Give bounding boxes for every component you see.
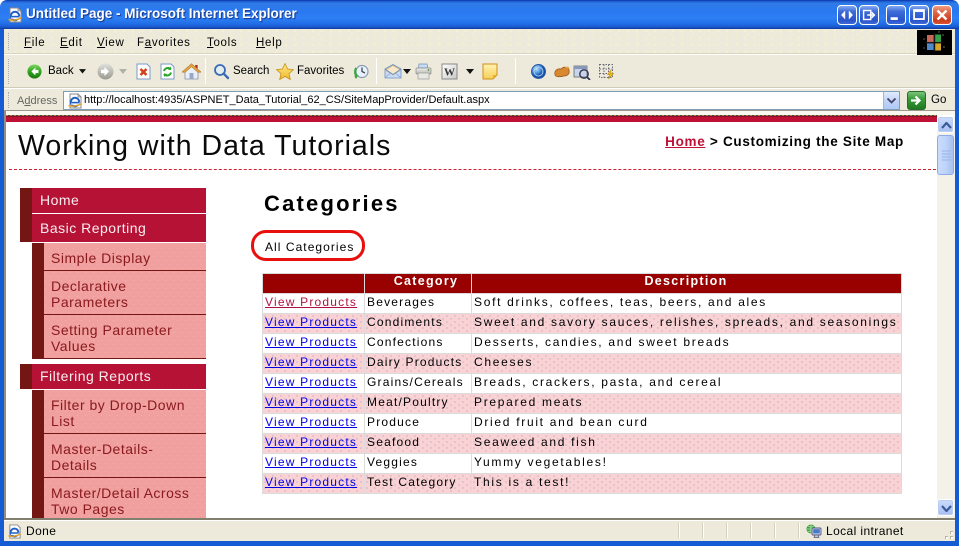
svg-text:W: W [444, 67, 455, 79]
